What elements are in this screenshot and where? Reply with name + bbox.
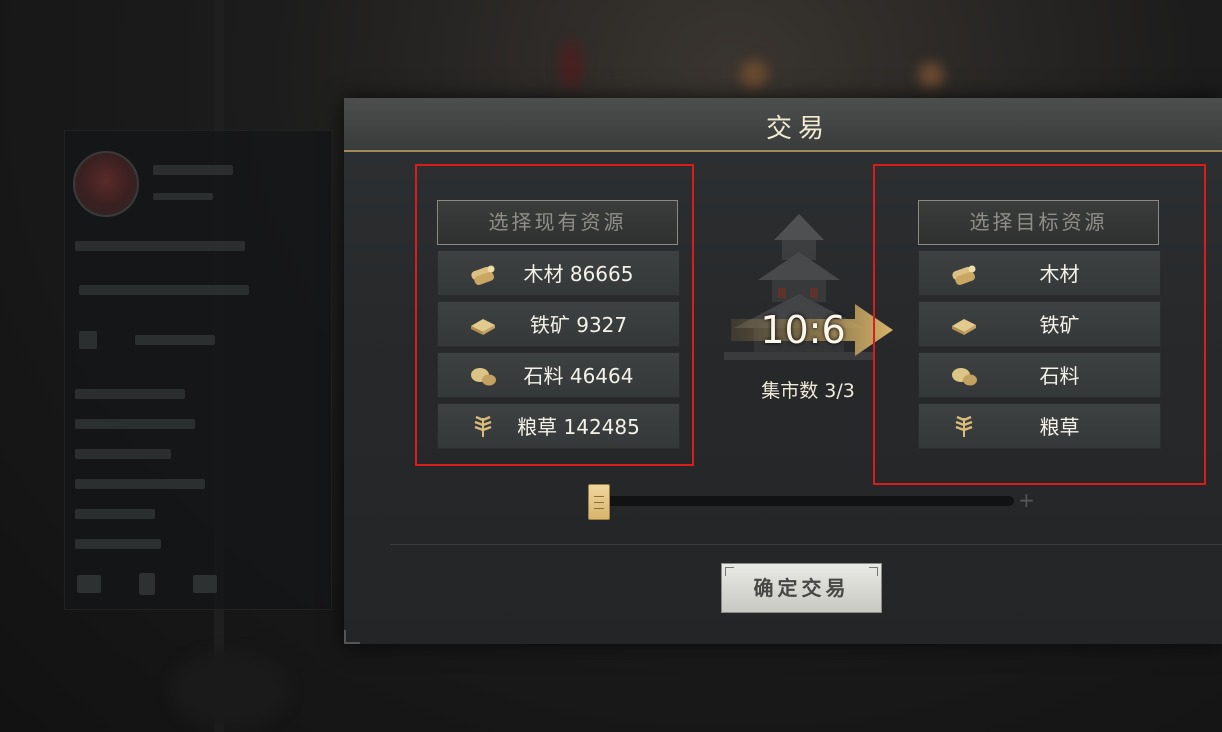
target-resource-wood[interactable]: 木材 xyxy=(918,250,1161,296)
wood-icon xyxy=(952,265,976,285)
source-resource-header: 选择现有资源 xyxy=(437,200,678,245)
source-resource-label: 铁矿 9327 xyxy=(529,313,628,337)
wood-icon xyxy=(471,265,495,285)
iron-ore-icon xyxy=(471,319,495,335)
grain-icon xyxy=(474,416,492,437)
iron-ore-icon xyxy=(952,319,976,335)
background-player-panel xyxy=(64,130,332,610)
source-resource-grain[interactable]: 粮草 142485 xyxy=(437,403,680,449)
source-resource-panel: 选择现有资源 木材 86665 铁矿 9327 石料 46464 粮草 1424… xyxy=(415,164,694,466)
trade-dialog: 交易 选择现有资源 木材 86665 铁矿 9327 石料 46464 粮草 1… xyxy=(344,98,1222,644)
target-resource-grain[interactable]: 粮草 xyxy=(918,403,1161,449)
source-resource-label: 木材 86665 xyxy=(523,262,634,286)
quantity-slider-handle[interactable] xyxy=(588,484,610,520)
target-resource-panel: 选择目标资源 木材 铁矿 石料 粮草 xyxy=(873,164,1206,485)
source-resource-wood[interactable]: 木材 86665 xyxy=(437,250,680,296)
target-resource-label: 粮草 xyxy=(1039,415,1080,439)
source-resource-label: 石料 46464 xyxy=(523,364,634,388)
slider-increase-button[interactable]: + xyxy=(1018,490,1035,510)
confirm-trade-label: 确定交易 xyxy=(753,576,850,600)
stone-icon xyxy=(471,368,496,386)
grain-icon xyxy=(955,416,973,437)
avatar xyxy=(73,151,139,217)
target-resource-stone[interactable]: 石料 xyxy=(918,352,1161,398)
source-resource-label: 粮草 142485 xyxy=(517,415,640,439)
dialog-header: 交易 xyxy=(344,98,1222,152)
source-resource-stone[interactable]: 石料 46464 xyxy=(437,352,680,398)
dialog-title: 交易 xyxy=(765,114,830,144)
target-resource-label: 木材 xyxy=(1039,262,1080,286)
target-resource-label: 铁矿 xyxy=(1039,313,1080,337)
target-resource-header: 选择目标资源 xyxy=(918,200,1159,245)
target-resource-label: 石料 xyxy=(1039,364,1080,388)
divider xyxy=(390,544,1222,545)
stone-icon xyxy=(952,368,977,386)
source-resource-iron[interactable]: 铁矿 9327 xyxy=(437,301,680,347)
exchange-rate: 10:6 xyxy=(760,308,846,352)
target-resource-iron[interactable]: 铁矿 xyxy=(918,301,1161,347)
market-count: 集市数 3/3 xyxy=(761,380,855,402)
confirm-trade-button[interactable]: 确定交易 xyxy=(721,563,882,613)
quantity-slider-track[interactable] xyxy=(598,496,1014,506)
dialog-corner-ornament xyxy=(344,630,360,644)
